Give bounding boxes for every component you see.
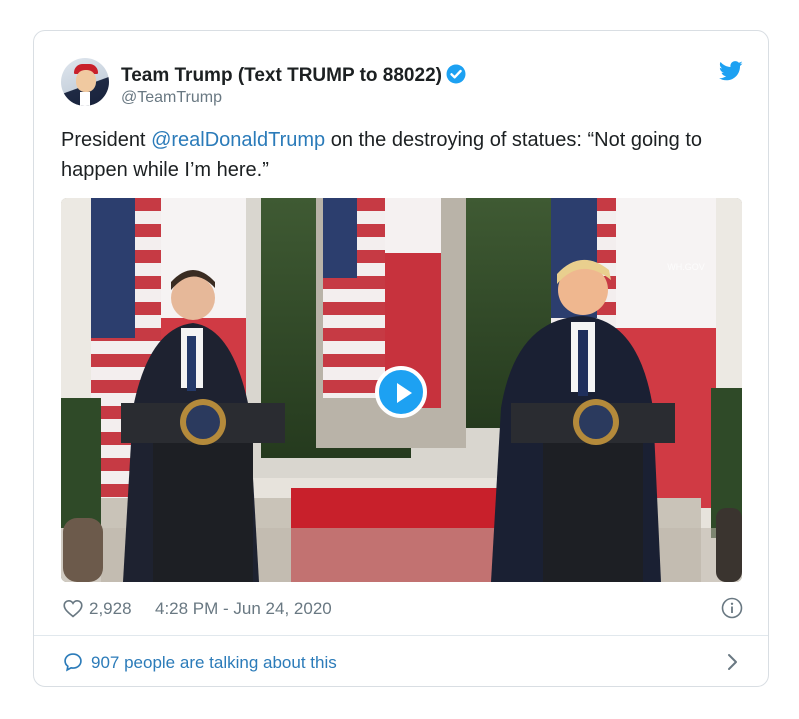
tweet-text: President @realDonaldTrump on the destro… (61, 125, 751, 185)
speech-bubble-icon (63, 652, 83, 677)
divider (34, 635, 768, 636)
author-name-row[interactable]: Team Trump (Text TRUMP to 88022) (121, 64, 466, 90)
verified-badge-icon (446, 64, 466, 90)
conversation-count-label[interactable]: 907 people are talking about this (91, 653, 337, 673)
author-name[interactable]: Team Trump (Text TRUMP to 88022) (121, 65, 442, 86)
author-avatar[interactable] (61, 58, 109, 106)
info-icon[interactable] (721, 597, 743, 624)
video-thumbnail[interactable]: WH.GOV (61, 198, 742, 582)
tweet-text-prefix: President (61, 129, 152, 151)
twitter-bird-icon[interactable] (718, 60, 743, 82)
author-handle[interactable]: @TeamTrump (121, 89, 222, 107)
heart-icon[interactable] (63, 599, 83, 623)
like-count[interactable]: 2,928 (89, 599, 132, 619)
tweet-meta: 2,928 4:28 PM - Jun 24, 2020 (63, 597, 743, 621)
tweet-card: Team Trump (Text TRUMP to 88022) @TeamTr… (33, 30, 769, 687)
wh-watermark: WH.GOV (667, 262, 705, 272)
play-button[interactable] (375, 366, 427, 418)
play-icon (397, 383, 412, 403)
tweet-timestamp[interactable]: 4:28 PM - Jun 24, 2020 (155, 599, 332, 619)
chevron-right-icon[interactable] (725, 652, 739, 677)
conversation-link[interactable]: 907 people are talking about this (63, 650, 743, 676)
mention-link[interactable]: @realDonaldTrump (151, 129, 325, 151)
tweet-header: Team Trump (Text TRUMP to 88022) @TeamTr… (61, 56, 743, 112)
